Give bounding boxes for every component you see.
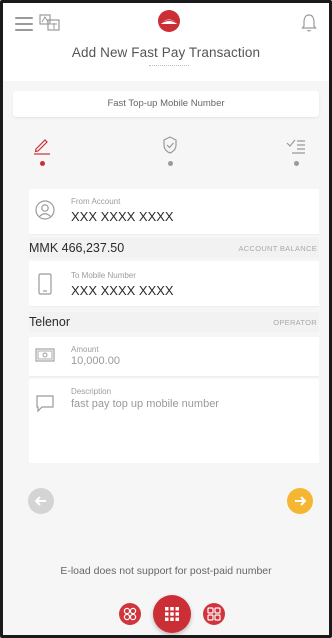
step-complete[interactable] [281, 135, 311, 175]
operator-row: Telenor OPERATOR [29, 312, 319, 332]
language-icon[interactable] [39, 13, 61, 33]
description-label: Description [71, 387, 112, 396]
next-button[interactable] [287, 488, 313, 514]
arrow-left-icon [34, 496, 46, 506]
from-account-label: From Account [71, 197, 121, 206]
app-frame: Add New Fast Pay Transaction Fast Top-up… [0, 0, 332, 638]
pencil-icon [34, 139, 50, 155]
operator-value: Telenor [29, 315, 70, 329]
subtitle-bar: Fast Top-up Mobile Number [13, 91, 319, 117]
to-mobile-label: To Mobile Number [71, 271, 136, 280]
balance-value: MMK 466,237.50 [29, 241, 125, 255]
from-account-field[interactable]: From Account XXX XXXX XXXX [29, 189, 319, 235]
bottom-nav [3, 589, 329, 635]
balance-row: MMK 466,237.50 ACCOUNT BALANCE [29, 238, 319, 258]
dots-grid-icon [165, 607, 179, 621]
comment-icon [36, 395, 54, 413]
operator-label: OPERATOR [273, 318, 317, 327]
step-dot [293, 161, 299, 166]
postpaid-notice: E-load does not support for post-paid nu… [60, 565, 272, 577]
description-value: fast pay top up mobile number [71, 398, 219, 410]
step-dot-active [39, 161, 45, 166]
step-dot [167, 161, 173, 166]
step-input[interactable] [27, 135, 57, 175]
balance-label: ACCOUNT BALANCE [238, 244, 317, 253]
to-mobile-field[interactable]: To Mobile Number XXX XXXX XXXX [29, 261, 319, 307]
title-divider [149, 65, 189, 69]
description-field[interactable]: Description fast pay top up mobile numbe… [29, 379, 319, 463]
stepper [3, 135, 329, 179]
home-menu-button[interactable] [153, 595, 191, 633]
grid-circle-icon [123, 607, 137, 621]
quick-action-left-button[interactable] [119, 603, 141, 625]
back-button[interactable] [28, 488, 54, 514]
to-mobile-value: XXX XXXX XXXX [71, 283, 174, 298]
bell-icon[interactable] [301, 13, 317, 33]
top-bar: Add New Fast Pay Transaction [3, 3, 329, 81]
list-check-icon [286, 139, 305, 154]
bank-logo [158, 10, 180, 32]
user-icon [35, 200, 55, 220]
apps-icon [207, 607, 221, 621]
menu-icon[interactable] [15, 17, 33, 31]
step-confirm[interactable] [155, 135, 185, 175]
page-title: Add New Fast Pay Transaction [71, 45, 261, 60]
amount-field[interactable]: Amount 10,000.00 [29, 337, 319, 377]
from-account-value: XXX XXXX XXXX [71, 209, 174, 224]
quick-action-right-button[interactable] [203, 603, 225, 625]
amount-label: Amount [71, 345, 99, 354]
cash-icon [35, 348, 55, 362]
phone-icon [38, 273, 52, 295]
shield-check-icon [163, 136, 177, 154]
arrow-right-icon [295, 496, 307, 506]
amount-value: 10,000.00 [71, 355, 120, 367]
